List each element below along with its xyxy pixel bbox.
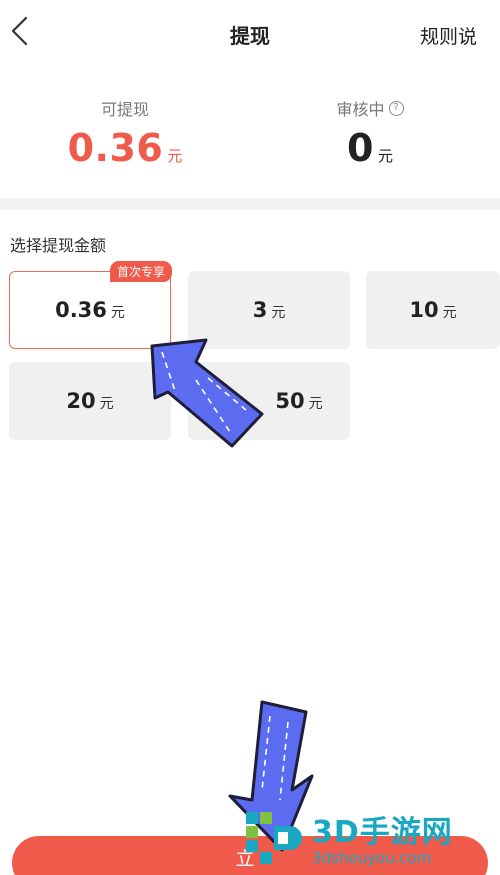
watermark-brand: 3D手游网 — [312, 814, 453, 850]
watermark-domain: 3dshouyou.com — [312, 848, 432, 867]
annotation-arrows — [150, 338, 314, 852]
arrow-pointer-icon — [150, 338, 264, 448]
watermark: 3D手游网 3dshouyou.com — [242, 798, 500, 875]
watermark-logo-icon — [246, 811, 302, 864]
